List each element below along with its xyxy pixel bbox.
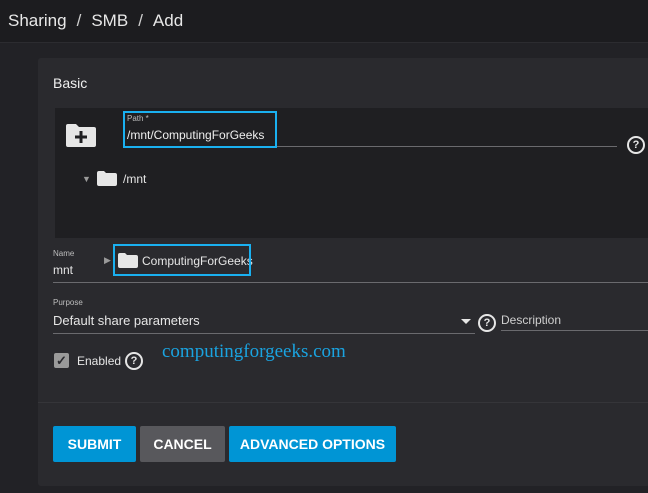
- folder-icon: [97, 171, 117, 186]
- dropdown-caret-icon[interactable]: [461, 319, 471, 324]
- enabled-label: Enabled: [77, 354, 122, 368]
- help-icon[interactable]: ?: [478, 314, 496, 332]
- checkmark-icon: ✓: [56, 353, 67, 368]
- breadcrumb-smb[interactable]: SMB: [91, 11, 128, 31]
- smb-add-form-card: Basic Path * /mnt/ComputingForGeeks ? ▼ …: [38, 58, 648, 486]
- purpose-label: Purpose: [53, 298, 83, 307]
- enabled-checkbox[interactable]: ✓: [54, 353, 69, 368]
- folder-add-icon[interactable]: [65, 122, 97, 148]
- breadcrumb-separator: /: [76, 11, 82, 30]
- help-icon[interactable]: ?: [627, 136, 645, 154]
- description-underline: [501, 330, 648, 331]
- tree-expand-icon[interactable]: ▼: [82, 174, 91, 184]
- advanced-options-button[interactable]: ADVANCED OPTIONS: [229, 426, 396, 462]
- name-label: Name: [53, 249, 75, 258]
- breadcrumb-add: Add: [152, 11, 184, 30]
- name-underline: [53, 282, 648, 283]
- description-input[interactable]: Description: [501, 313, 561, 327]
- breadcrumb-separator: /: [138, 11, 143, 30]
- tree-highlight: [113, 244, 251, 276]
- cancel-button[interactable]: CANCEL: [140, 426, 225, 462]
- breadcrumb-sharing[interactable]: Sharing: [8, 11, 67, 31]
- submit-button[interactable]: SUBMIT: [53, 426, 136, 462]
- watermark-text: computingforgeeks.com: [162, 341, 346, 362]
- tree-item-mnt[interactable]: /mnt: [123, 172, 146, 186]
- tree-expand-icon[interactable]: ▶: [104, 255, 111, 266]
- breadcrumb: Sharing / SMB / Add: [8, 11, 183, 31]
- path-explorer: Path * /mnt/ComputingForGeeks ? ▼ /mnt ▶…: [55, 108, 648, 276]
- name-input[interactable]: mnt: [53, 263, 73, 277]
- help-icon[interactable]: ?: [125, 352, 143, 370]
- section-title: Basic: [53, 75, 88, 91]
- divider: [38, 402, 648, 403]
- top-bar: Sharing / SMB / Add: [0, 0, 648, 43]
- purpose-underline: [53, 333, 475, 334]
- path-highlight: [123, 111, 277, 148]
- purpose-select[interactable]: Default share parameters: [53, 313, 200, 328]
